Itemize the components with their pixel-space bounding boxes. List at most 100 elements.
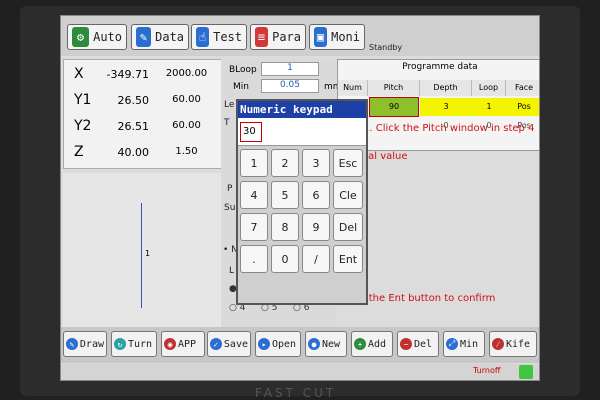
- turnoff-status: Turnoff: [473, 366, 501, 375]
- hand-icon: ☝: [196, 27, 210, 47]
- button-label: Draw: [79, 338, 104, 350]
- new-icon: ●: [308, 338, 320, 350]
- hmi-screen: ⚙ Auto ✎ Data ☝ Test ≡ Para ▣ Moni Stand…: [60, 15, 540, 381]
- keypad-display: 30: [238, 118, 366, 146]
- axis-label: Y2: [74, 118, 92, 134]
- turn-button[interactable]: ↻ Turn: [111, 331, 157, 357]
- resize-icon: ⤢: [446, 338, 458, 350]
- open-button[interactable]: ▸ Open: [255, 331, 301, 357]
- axis-position: 26.50: [117, 94, 150, 107]
- column-header: Pitch: [368, 80, 420, 96]
- axis-position: -349.71: [106, 68, 149, 81]
- partial-label-su: Su: [224, 203, 236, 213]
- gear-icon: ⚙: [72, 27, 90, 47]
- keypad-title: Numeric keypad: [238, 101, 366, 118]
- partial-label-p: P: [227, 184, 233, 194]
- tab-para[interactable]: ≡ Para: [250, 24, 306, 50]
- device-bezel: FAST CUT ⚙ Auto ✎ Data ☝ Test ≡ Para ▣ M…: [0, 0, 600, 400]
- key-0[interactable]: 0: [271, 245, 299, 273]
- draw-icon: ✎: [66, 338, 78, 350]
- delete-button[interactable]: − Del: [397, 331, 439, 357]
- column-header: Loop: [472, 80, 506, 96]
- table-cell-loop[interactable]: 1: [472, 98, 506, 116]
- status-text: Standby: [369, 43, 403, 52]
- key-dot[interactable]: .: [240, 245, 268, 273]
- axis-position: 40.00: [117, 146, 150, 159]
- column-header: Num: [338, 80, 368, 96]
- key-slash[interactable]: /: [302, 245, 330, 273]
- button-label: Turn: [128, 338, 153, 350]
- key-esc[interactable]: Esc: [333, 149, 363, 177]
- keypad-input[interactable]: 30: [240, 122, 262, 142]
- min-button[interactable]: ⤢ Min: [443, 331, 485, 357]
- annotation-step1: 1. Click the Pitch window in step 4: [363, 123, 535, 134]
- key-6[interactable]: 6: [302, 181, 330, 209]
- column-header: Face: [506, 80, 539, 96]
- button-label: Kife: [506, 338, 531, 350]
- axis-label: Y1: [74, 92, 92, 108]
- programme-title: Programme data: [402, 62, 478, 72]
- button-label: Add: [368, 338, 387, 350]
- partial-label-l: L: [229, 266, 235, 276]
- kife-button[interactable]: ⁄ Kife: [489, 331, 537, 357]
- button-label: New: [322, 338, 341, 350]
- draw-button[interactable]: ✎ Draw: [63, 331, 107, 357]
- tab-auto[interactable]: ⚙ Auto: [67, 24, 127, 50]
- coord-row-y2: Y2 26.51 60.00: [64, 114, 224, 140]
- button-label: Del: [414, 338, 433, 350]
- min-field[interactable]: 0.05: [261, 79, 319, 93]
- table-cell-face[interactable]: Pos: [506, 98, 539, 116]
- key-enter[interactable]: Ent: [333, 245, 363, 273]
- table-cell-pitch[interactable]: 90: [369, 97, 419, 117]
- tab-bar: ⚙ Auto ✎ Data ☝ Test ≡ Para ▣ Moni Stand…: [61, 16, 539, 56]
- brand-logo: FAST CUT: [255, 386, 337, 400]
- key-2[interactable]: 2: [271, 149, 299, 177]
- save-button[interactable]: ✓ Save: [207, 331, 251, 357]
- key-9[interactable]: 9: [302, 213, 330, 241]
- min-label: Min: [233, 82, 249, 92]
- key-clear[interactable]: Cle: [333, 181, 363, 209]
- path-marker: 1: [145, 249, 151, 258]
- table-cell-depth[interactable]: 3: [420, 98, 472, 116]
- tab-test[interactable]: ☝ Test: [191, 24, 247, 50]
- key-3[interactable]: 3: [302, 149, 330, 177]
- app-button[interactable]: ◉ APP: [161, 331, 205, 357]
- axis-value: 2000.00: [165, 68, 208, 79]
- app-icon: ◉: [164, 338, 176, 350]
- open-icon: ▸: [258, 338, 270, 350]
- bloop-label: BLoop: [229, 65, 257, 75]
- pencil-icon: ✎: [136, 27, 152, 47]
- axis-label: Z: [74, 144, 84, 160]
- axis-value: 60.00: [172, 120, 201, 131]
- axis-label: X: [74, 66, 84, 82]
- path-preview: 1: [63, 173, 223, 328]
- tab-label: Moni: [331, 30, 360, 44]
- numeric-keypad-dialog: Numeric keypad 30 1 2 3 Esc 4 5 6 Cle 7 …: [236, 99, 368, 305]
- button-label: Save: [223, 338, 248, 350]
- key-8[interactable]: 8: [271, 213, 299, 241]
- axis-position: 26.51: [117, 120, 150, 133]
- add-button[interactable]: + Add: [351, 331, 393, 357]
- tab-moni[interactable]: ▣ Moni: [309, 24, 365, 50]
- bloop-field[interactable]: 1: [261, 62, 319, 76]
- key-5[interactable]: 5: [271, 181, 299, 209]
- new-button[interactable]: ● New: [305, 331, 347, 357]
- button-label: Open: [272, 338, 297, 350]
- settings-icon: ≡: [255, 27, 269, 47]
- status-bar: [61, 364, 539, 380]
- coordinates-panel: X -349.71 2000.00 Y1 26.50 60.00 Y2 26.5…: [63, 59, 223, 169]
- tab-label: Test: [213, 30, 242, 44]
- key-7[interactable]: 7: [240, 213, 268, 241]
- button-label: Min: [460, 338, 479, 350]
- bottom-toolbar: ✎ Draw ↻ Turn ◉ APP ✓ Save ▸ Open ● New: [61, 327, 539, 363]
- monitor-icon: ▣: [314, 27, 328, 47]
- key-1[interactable]: 1: [240, 149, 268, 177]
- tab-label: Auto: [93, 30, 122, 44]
- coord-row-x: X -349.71 2000.00: [64, 62, 224, 88]
- button-label: APP: [178, 338, 197, 350]
- turn-icon: ↻: [114, 338, 126, 350]
- key-delete[interactable]: Del: [333, 213, 363, 241]
- knife-icon: ⁄: [492, 338, 504, 350]
- key-4[interactable]: 4: [240, 181, 268, 209]
- tab-data[interactable]: ✎ Data: [131, 24, 189, 50]
